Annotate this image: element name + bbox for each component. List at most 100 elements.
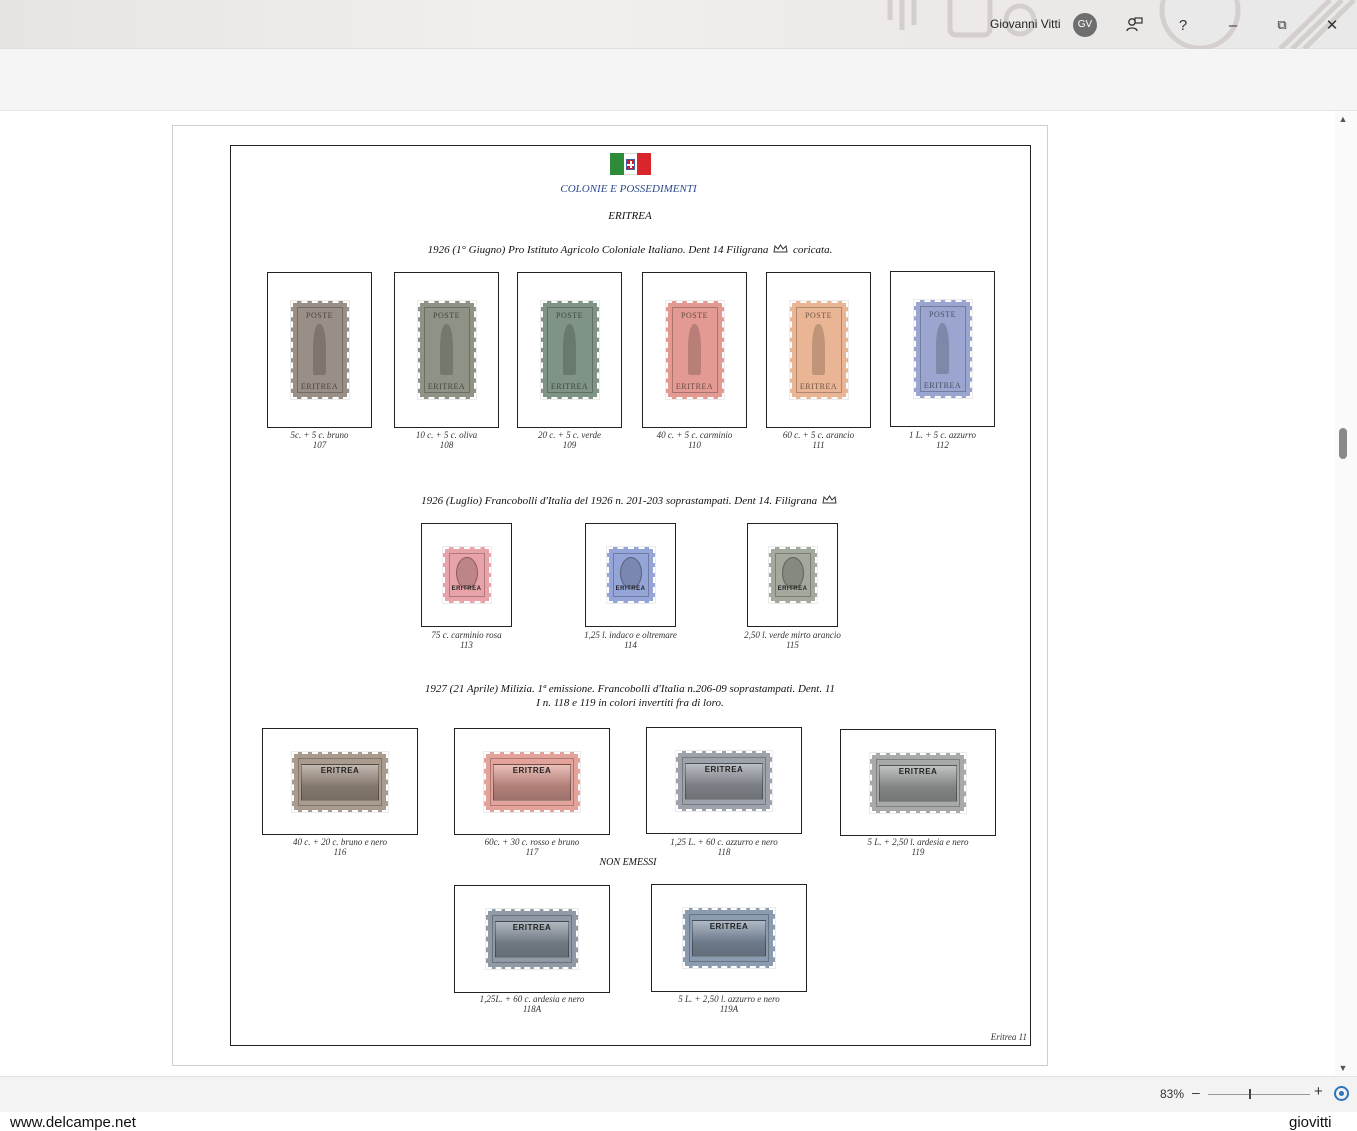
stamp-image: ERITREA [484,751,580,812]
user-name[interactable]: Giovanni Vitti [990,17,1060,31]
stamp-image: ERITREA [683,908,775,968]
stamp-caption: 40 c. + 20 c. bruno e nero 116 [232,837,448,857]
watermark-strip [0,1112,1357,1131]
stamp-overprint: ERITREA [512,765,552,775]
stamp-caption: 2,50 l. verde mirto arancio 115 [717,630,868,650]
section-1-title-text: 1926 (1° Giugno) Pro Istituto Agricolo C… [427,244,769,256]
stamp-description: 75 c. carminio rosa [431,630,502,640]
minimize-icon: – [1228,16,1238,34]
zoom-in-button[interactable]: + [1314,1083,1323,1100]
stamp-caption: 1,25L. + 60 c. ardesia e nero 118A [424,994,640,1014]
stamp-image: POSTE ERITREA [540,301,599,399]
stamp-bottom-text: ERITREA [300,382,339,391]
stamp-caption: 5 L. + 2,50 l. azzurro e nero 119A [621,994,837,1014]
catalog-number: 118A [522,1004,542,1014]
catalog-number: 115 [786,640,799,650]
country-heading: ERITREA [608,210,652,222]
stamp-image: ERITREA [870,752,966,813]
feedback-icon [1126,17,1143,32]
stamp-description: 1 L. + 5 c. azzurro [909,430,976,440]
stamp-image: ERITREA [606,547,655,603]
stamp-description: 1,25L. + 60 c. ardesia e nero [479,994,585,1004]
stamp-overprint: ERITREA [512,923,552,932]
scroll-down-arrow-icon[interactable]: ▼ [1338,1063,1348,1073]
stamp-portrait [455,556,478,590]
stamp-top-text: POSTE [805,311,832,320]
stamp-overprint: ERITREA [451,585,482,592]
section-1-title: 1926 (1° Giugno) Pro Istituto Agricolo C… [300,244,960,256]
stamp-portrait [619,556,642,590]
stamp-description: 1,25 l. indaco e oltremare [584,630,677,640]
stamp-top-text: POSTE [556,311,583,320]
avatar[interactable]: GV [1073,13,1097,37]
catalog-number: 119 [911,847,925,857]
italian-flag-icon [610,153,651,175]
restore-icon: ⧉ [1277,17,1287,32]
section-2-title-text: 1926 (Luglio) Francobolli d'Italia del 1… [421,495,818,507]
stamp-bottom-text: ERITREA [427,382,466,391]
scroll-up-arrow-icon[interactable]: ▲ [1338,114,1348,124]
stamp-overprint: ERITREA [709,922,749,931]
catalog-number: 116 [333,847,347,857]
stamp-image: ERITREA [292,751,388,812]
stamp-description: 60c. + 30 c. rosso e bruno [484,837,580,847]
status-bar [0,1076,1357,1112]
stamp-image: ERITREA [676,750,772,811]
stamp-image: ERITREA [486,909,578,969]
stamp-top-text: POSTE [929,310,956,319]
scroll-thumb[interactable] [1339,428,1347,459]
close-button[interactable]: ✕ [1317,10,1347,40]
stamp-image: ERITREA [442,547,491,603]
stamp-overprint: ERITREA [320,765,360,775]
zoom-out-button[interactable]: – [1192,1084,1200,1100]
zoom-slider[interactable] [1208,1094,1310,1095]
stamp-description: 5 L. + 2,50 l. azzurro e nero [678,994,780,1004]
stamp-image: POSTE ERITREA [913,300,972,398]
feedback-button[interactable] [1119,10,1149,40]
stamp-description: 5 L. + 2,50 l. ardesia e nero [867,837,969,847]
stamp-description: 1,25 L. + 60 c. azzurro e nero [670,837,778,847]
page-heading: COLONIE E POSSEDIMENTI [560,183,697,195]
stamp-caption: 1 L. + 5 c. azzurro 112 [860,430,1025,450]
stamp-description: 2,50 l. verde mirto arancio [744,630,841,640]
title-bar: Giovanni Vitti GV ? – ⧉ ✕ [0,0,1357,49]
toolbar-area [0,49,1357,111]
zoom-slider-thumb[interactable] [1249,1089,1251,1099]
stamp-caption: 75 c. carminio rosa 113 [391,630,542,650]
help-icon: ? [1178,16,1188,34]
catalog-number: 118 [717,847,731,857]
minimize-button[interactable]: – [1218,10,1248,40]
stamp-figure [812,323,825,376]
help-button[interactable]: ? [1168,10,1198,40]
stamp-caption: 1,25 l. indaco e oltremare 114 [555,630,706,650]
stamp-bottom-text: ERITREA [799,382,838,391]
catalog-number: 113 [460,640,473,650]
stamp-image: POSTE ERITREA [417,301,476,399]
section-3-subtitle: I n. 118 e 119 in colori invertiti fra d… [536,697,724,709]
stamp-bottom-text: ERITREA [923,381,962,390]
stamp-overprint: ERITREA [898,766,938,776]
section-1-title-suffix: coricata. [792,244,833,256]
stamp-description: 40 c. + 20 c. bruno e nero [293,837,387,847]
stamp-image: ERITREA [768,547,817,603]
section-2-title: 1926 (Luglio) Francobolli d'Italia del 1… [300,495,960,507]
stamp-image: POSTE ERITREA [290,301,349,399]
stamp-figure [936,322,949,375]
section-3-title: 1927 (21 Aprile) Milizia. 1ª emissione. … [424,683,836,695]
vertical-scrollbar[interactable] [1335,111,1357,1076]
stamp-caption: 1,25 L. + 60 c. azzurro e nero 118 [616,837,832,857]
stamp-overprint: ERITREA [615,585,646,592]
stamp-caption: 60c. + 30 c. rosso e bruno 117 [424,837,640,857]
non-emessi-label: NON EMESSI [599,857,657,868]
restore-button[interactable]: ⧉ [1267,10,1297,40]
catalog-number: 114 [624,640,637,650]
zoom-percentage[interactable]: 83% [1160,1087,1184,1101]
stamp-top-text: POSTE [433,311,460,320]
stamp-portrait [781,556,804,590]
stamp-overprint: ERITREA [777,585,808,592]
crown-icon [773,244,788,253]
fit-page-icon[interactable] [1334,1086,1349,1101]
stamp-bottom-text: ERITREA [675,382,714,391]
catalog-number: 119A [719,1004,739,1014]
stamp-figure [688,323,701,376]
